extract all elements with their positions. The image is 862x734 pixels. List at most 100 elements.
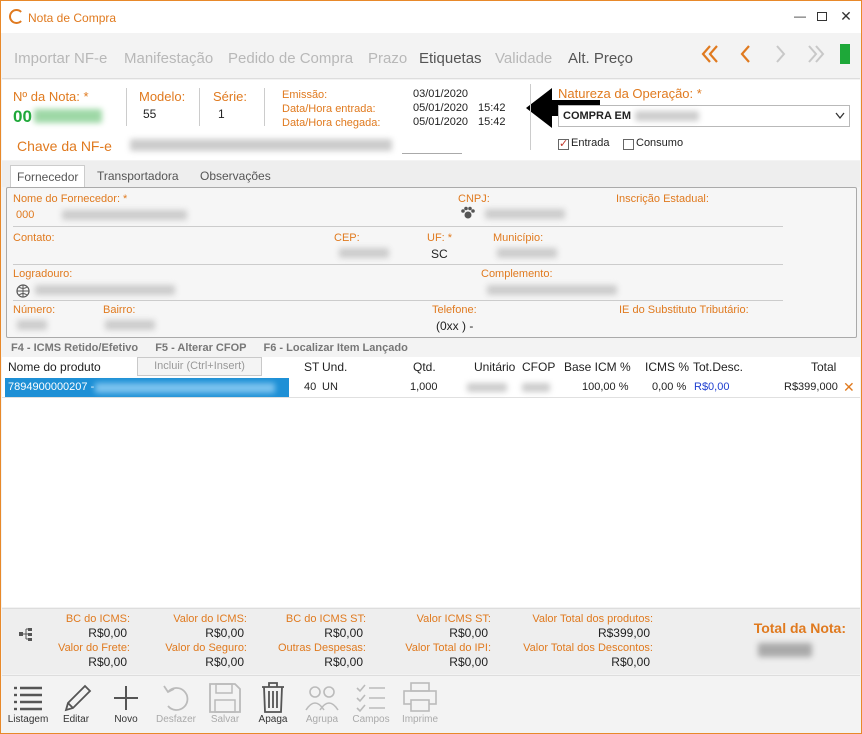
numero-field[interactable] — [17, 320, 47, 330]
tab-etiquetas[interactable]: Etiquetas — [419, 50, 482, 67]
base-icm-cell[interactable]: 100,00 % — [582, 381, 628, 393]
municipio-field[interactable] — [497, 248, 557, 258]
nota-number-field[interactable]: 00 — [13, 107, 32, 127]
emissao-field[interactable]: 03/01/2020 — [413, 88, 468, 100]
natureza-label: Natureza da Operação: * — [558, 86, 702, 101]
table-row[interactable]: 7894900000207 - 40 UN 1,000 100,00 % 0,0… — [2, 377, 860, 398]
telefone-field[interactable]: (0xx ) - — [436, 319, 473, 333]
nome-fornecedor-code[interactable]: 000 — [16, 209, 34, 221]
listagem-button[interactable]: Listagem — [4, 680, 52, 732]
tab-observacoes[interactable]: Observações — [200, 169, 271, 183]
editar-label: Editar — [62, 714, 90, 725]
consumo-checkbox-label: Consumo — [636, 137, 684, 149]
logradouro-field[interactable] — [35, 285, 175, 295]
apaga-button[interactable]: Apaga — [249, 680, 297, 732]
next-record-icon[interactable] — [772, 43, 790, 65]
listagem-label: Listagem — [7, 714, 49, 725]
produto-name-redacted — [95, 383, 275, 393]
col-qtd[interactable]: Qtd. — [413, 360, 436, 374]
cep-field[interactable] — [339, 248, 389, 258]
col-und[interactable]: Und. — [322, 360, 347, 374]
tab-prazo[interactable]: Prazo — [368, 50, 407, 67]
total-cell[interactable]: R$399,000 — [784, 381, 838, 393]
ipi-value: R$0,00 — [449, 655, 488, 669]
last-record-icon[interactable] — [805, 43, 827, 65]
shortcut-f5: F5 - Alterar CFOP — [155, 342, 247, 354]
minimize-icon[interactable]: — — [793, 9, 807, 23]
entrada-checkbox[interactable] — [558, 137, 569, 151]
uf-field[interactable]: SC — [431, 247, 448, 261]
checklist-icon — [356, 684, 385, 713]
agrupa-button[interactable]: Agrupa — [298, 680, 346, 732]
entrada-time-field[interactable]: 15:42 — [478, 102, 506, 114]
frete-label: Valor do Frete: — [58, 642, 130, 654]
novo-button[interactable]: Novo — [102, 680, 150, 732]
natureza-select[interactable]: COMPRA EM — [558, 105, 850, 127]
outras-despesas-label: Outras Despesas: — [277, 642, 366, 654]
editar-button[interactable]: Editar — [52, 680, 100, 732]
shortcut-f6: F6 - Localizar Item Lançado — [263, 342, 408, 354]
complemento-field[interactable] — [487, 285, 617, 295]
totals-panel: BC do ICMS: R$0,00 Valor do Frete: R$0,0… — [2, 608, 860, 674]
remove-item-icon[interactable]: ✕ — [843, 379, 855, 396]
numero-label: Número: — [13, 304, 56, 316]
previous-record-icon[interactable] — [736, 43, 754, 65]
incluir-button[interactable]: Incluir (Ctrl+Insert) — [137, 357, 262, 376]
modelo-field[interactable]: 55 — [143, 107, 156, 121]
paw-icon[interactable] — [460, 206, 476, 220]
unitario-cell[interactable] — [467, 383, 507, 392]
nota-number-label: Nº da Nota: * — [13, 89, 89, 104]
tab-transportadora[interactable]: Transportadora — [97, 169, 179, 183]
chave-nfe-field[interactable] — [130, 139, 392, 151]
desc-cell[interactable]: R$0,00 — [694, 381, 729, 393]
col-tot-desc[interactable]: Tot.Desc. — [693, 360, 743, 374]
tab-fornecedor[interactable]: Fornecedor — [10, 165, 86, 187]
entrada-date-field[interactable]: 05/01/2020 — [413, 102, 468, 114]
status-indicator — [840, 44, 850, 64]
chegada-time-field[interactable]: 15:42 — [478, 116, 506, 128]
cfop-cell[interactable] — [522, 383, 550, 392]
entrada-checkbox-label: Entrada — [571, 137, 610, 149]
divider — [530, 84, 531, 150]
col-nome-produto[interactable]: Nome do produto — [8, 360, 101, 374]
valor-icms-st-value: R$0,00 — [449, 626, 488, 640]
imprime-button[interactable]: Imprime — [396, 680, 444, 732]
fornecedor-panel: Nome do Fornecedor: * 000 CNPJ: Inscriçã… — [6, 187, 857, 338]
tab-pedido-compra[interactable]: Pedido de Compra — [228, 50, 353, 67]
qtd-cell[interactable]: 1,000 — [410, 381, 438, 393]
bc-icms-label: BC do ICMS: — [65, 613, 130, 625]
cnpj-field[interactable] — [485, 209, 565, 219]
col-cfop[interactable]: CFOP — [522, 360, 555, 374]
col-total[interactable]: Total — [811, 360, 836, 374]
tab-manifestacao[interactable]: Manifestação — [124, 50, 213, 67]
first-record-icon[interactable] — [699, 43, 721, 65]
save-icon — [209, 683, 241, 713]
undo-icon — [163, 685, 189, 711]
globe-icon[interactable] — [16, 284, 30, 298]
col-unitario[interactable]: Unitário — [474, 360, 515, 374]
produto-cell[interactable]: 7894900000207 - — [5, 378, 289, 397]
col-st[interactable]: ST — [304, 360, 319, 374]
tree-icon[interactable] — [18, 627, 34, 641]
chegada-date-field[interactable]: 05/01/2020 — [413, 116, 468, 128]
municipio-label: Município: — [493, 232, 544, 244]
descontos-label: Valor Total dos Descontos: — [523, 642, 653, 654]
maximize-icon[interactable] — [817, 12, 827, 21]
col-base-icm[interactable]: Base ICM % — [564, 360, 631, 374]
st-cell[interactable]: 40 — [304, 381, 316, 393]
und-cell[interactable]: UN — [322, 381, 338, 393]
tab-importar-nfe[interactable]: Importar NF-e — [14, 50, 107, 67]
total-nota-value — [758, 643, 812, 657]
consumo-checkbox[interactable] — [623, 137, 634, 151]
desfazer-button[interactable]: Desfazer — [152, 680, 200, 732]
bairro-field[interactable] — [105, 320, 155, 330]
col-icms[interactable]: ICMS % — [645, 360, 689, 374]
serie-field[interactable]: 1 — [218, 107, 225, 121]
campos-button[interactable]: Campos — [347, 680, 395, 732]
salvar-button[interactable]: Salvar — [201, 680, 249, 732]
tab-validade[interactable]: Validade — [495, 50, 552, 67]
tab-alt-preco[interactable]: Alt. Preço — [568, 50, 633, 67]
close-icon[interactable]: ✕ — [839, 9, 853, 23]
nome-fornecedor-field[interactable] — [62, 210, 187, 220]
icms-cell[interactable]: 0,00 % — [652, 381, 686, 393]
